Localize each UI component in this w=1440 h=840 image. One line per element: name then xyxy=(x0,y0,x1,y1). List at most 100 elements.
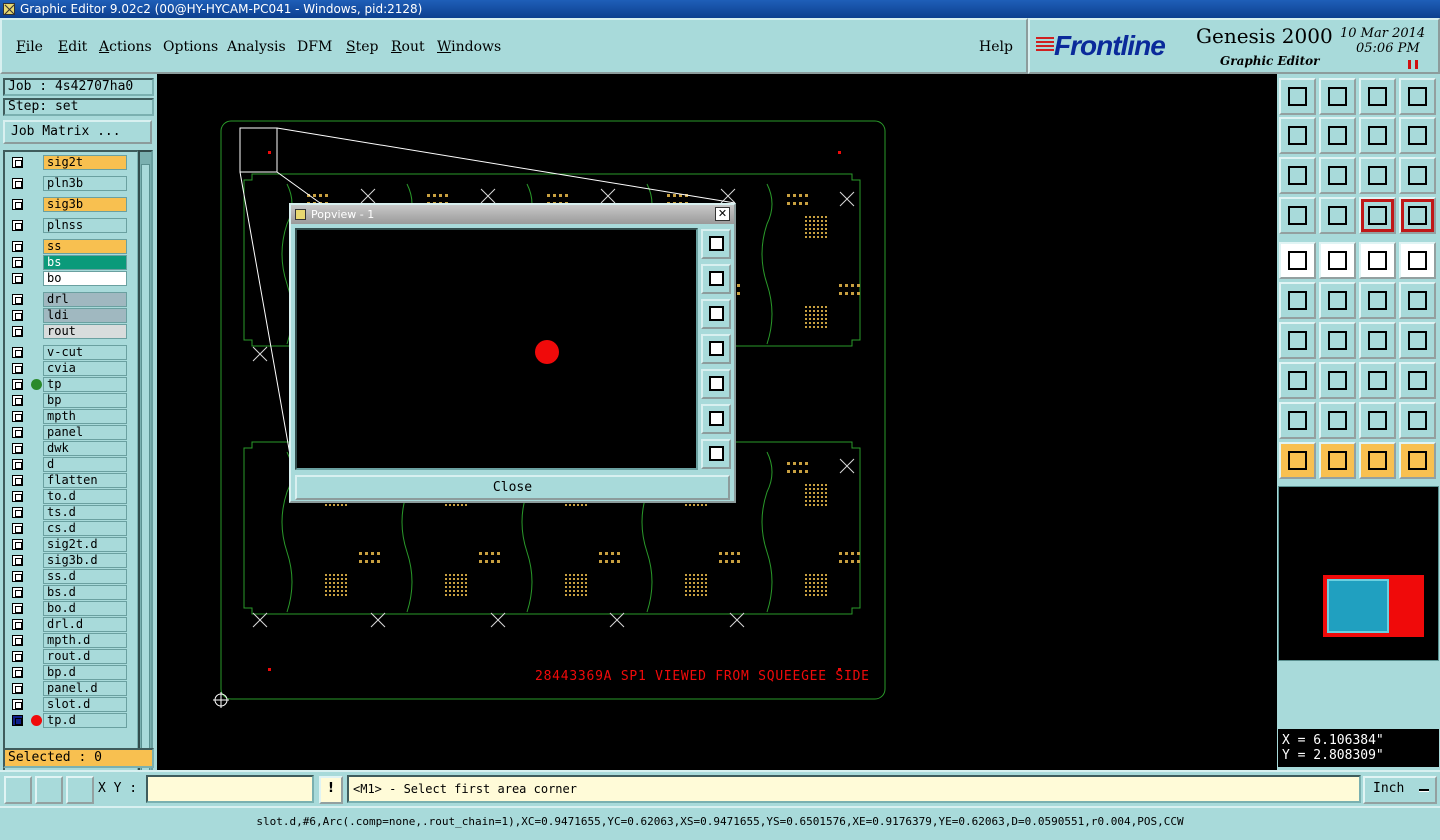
zoom-fit-button[interactable] xyxy=(1319,78,1356,115)
layer-row[interactable]: v-cut xyxy=(5,344,129,360)
layer-row[interactable]: sig2t xyxy=(5,154,129,170)
layer-checkbox[interactable] xyxy=(12,157,23,168)
select-pad-button[interactable] xyxy=(1279,242,1316,279)
layer-checkbox[interactable] xyxy=(12,326,23,337)
layer-row[interactable]: drl xyxy=(5,291,129,307)
layer-checkbox[interactable] xyxy=(12,667,23,678)
layer-checkbox[interactable] xyxy=(12,443,23,454)
layer-checkbox[interactable] xyxy=(12,491,23,502)
layer-name[interactable]: bo xyxy=(43,271,127,286)
layer-name[interactable]: sig2t.d xyxy=(43,537,127,552)
zoom-out-button[interactable] xyxy=(1319,157,1356,194)
layer-checkbox[interactable] xyxy=(12,475,23,486)
menu-options[interactable]: Options xyxy=(163,39,218,55)
layer-name[interactable]: ldi xyxy=(43,308,127,323)
arc-button[interactable] xyxy=(1279,402,1316,439)
layer-row[interactable]: cvia xyxy=(5,360,129,376)
pointer-box-button[interactable] xyxy=(1319,442,1356,479)
layer-row[interactable]: sig3b.d xyxy=(5,552,129,568)
layer-checkbox[interactable] xyxy=(12,347,23,358)
mirror-button[interactable] xyxy=(1399,322,1436,359)
layer-checkbox[interactable] xyxy=(12,411,23,422)
grid-button[interactable] xyxy=(1319,197,1356,234)
layer-name[interactable]: ts.d xyxy=(43,505,127,520)
layer-checkbox[interactable] xyxy=(12,199,23,210)
layer-row[interactable]: tp xyxy=(5,376,129,392)
dimension-button[interactable] xyxy=(1359,362,1396,399)
layer-row[interactable]: drl.d xyxy=(5,616,129,632)
measure-button[interactable] xyxy=(1279,197,1316,234)
layer-checkbox[interactable] xyxy=(12,523,23,534)
popview-zoom-fit-button[interactable] xyxy=(701,229,731,259)
layer-checkbox[interactable] xyxy=(12,241,23,252)
layer-row[interactable]: mpth.d xyxy=(5,632,129,648)
layer-name[interactable]: sig3b xyxy=(43,197,127,212)
layer-name[interactable]: bp.d xyxy=(43,665,127,680)
scrollbar-thumb[interactable] xyxy=(141,164,150,804)
scale-button[interactable] xyxy=(1359,157,1396,194)
layer-name[interactable]: sig3b.d xyxy=(43,553,127,568)
layer-row[interactable]: rout.d xyxy=(5,648,129,664)
menu-analysis[interactable]: Analysis xyxy=(227,39,286,55)
popview-close-button[interactable]: Close xyxy=(295,475,730,500)
layer-checkbox[interactable] xyxy=(12,427,23,438)
layer-row[interactable]: bo.d xyxy=(5,600,129,616)
layer-name[interactable]: mpth xyxy=(43,409,127,424)
layer-checkbox[interactable] xyxy=(12,571,23,582)
layer-checkbox[interactable] xyxy=(12,273,23,284)
layer-row[interactable]: bs.d xyxy=(5,584,129,600)
layer-name[interactable]: dwk xyxy=(43,441,127,456)
layer-checkbox[interactable] xyxy=(12,178,23,189)
angle-button[interactable] xyxy=(1279,322,1316,359)
layer-name[interactable]: pln3b xyxy=(43,176,127,191)
layer-name[interactable]: v-cut xyxy=(43,345,127,360)
snap-angle-button[interactable] xyxy=(35,776,63,804)
layer-name[interactable]: ss xyxy=(43,239,127,254)
pointer-select-button[interactable] xyxy=(1359,442,1396,479)
pan-right-button[interactable] xyxy=(1319,117,1356,154)
delete-button[interactable] xyxy=(1319,282,1356,319)
layer-name[interactable]: rout.d xyxy=(43,649,127,664)
redo-button[interactable] xyxy=(1399,117,1436,154)
layer-checkbox[interactable] xyxy=(12,635,23,646)
route-button[interactable] xyxy=(1399,442,1436,479)
layer-name[interactable]: bo.d xyxy=(43,601,127,616)
layer-row[interactable]: sig2t.d xyxy=(5,536,129,552)
pan-left-button[interactable] xyxy=(1279,117,1316,154)
layer-checkbox[interactable] xyxy=(12,539,23,550)
undo-button[interactable] xyxy=(1359,117,1396,154)
layer-row[interactable]: panel.d xyxy=(5,680,129,696)
resize-button[interactable] xyxy=(1279,362,1316,399)
layer-checkbox[interactable] xyxy=(12,699,23,710)
job-matrix-button[interactable]: Job Matrix ... xyxy=(3,120,152,144)
zoom-in-button[interactable] xyxy=(1279,157,1316,194)
menu-windows[interactable]: Windows xyxy=(437,39,501,55)
layer-checkbox[interactable] xyxy=(12,379,23,390)
layer-checkbox[interactable] xyxy=(12,619,23,630)
layer-row[interactable]: dwk xyxy=(5,440,129,456)
popview-pan-right-button[interactable] xyxy=(701,369,731,399)
layer-name[interactable]: ss.d xyxy=(43,569,127,584)
layer-name[interactable]: bs xyxy=(43,255,127,270)
popview-titlebar[interactable]: Popview - 1 ✕ xyxy=(291,205,734,224)
stretch-button[interactable] xyxy=(1319,362,1356,399)
layer-name[interactable]: mpth.d xyxy=(43,633,127,648)
snap2-button[interactable] xyxy=(1399,197,1436,234)
popview-canvas[interactable] xyxy=(295,228,698,470)
arc3-button[interactable] xyxy=(1359,402,1396,439)
layer-checkbox[interactable] xyxy=(12,715,23,726)
zoom-home-button[interactable] xyxy=(1279,78,1316,115)
menu-edit[interactable]: Edit xyxy=(58,39,87,55)
layer-checkbox[interactable] xyxy=(12,683,23,694)
connect-button[interactable] xyxy=(1279,282,1316,319)
layer-name[interactable]: tp.d xyxy=(43,713,127,728)
layer-row[interactable]: bo xyxy=(5,270,129,286)
arc4-button[interactable] xyxy=(1399,402,1436,439)
layer-row[interactable]: pln3b xyxy=(5,175,129,191)
layer-name[interactable]: bp xyxy=(43,393,127,408)
layer-row[interactable]: mpth xyxy=(5,408,129,424)
layer-row[interactable]: plnss xyxy=(5,217,129,233)
layer-row[interactable]: rout xyxy=(5,323,129,339)
layer-name[interactable]: plnss xyxy=(43,218,127,233)
pointer-button[interactable] xyxy=(1279,442,1316,479)
